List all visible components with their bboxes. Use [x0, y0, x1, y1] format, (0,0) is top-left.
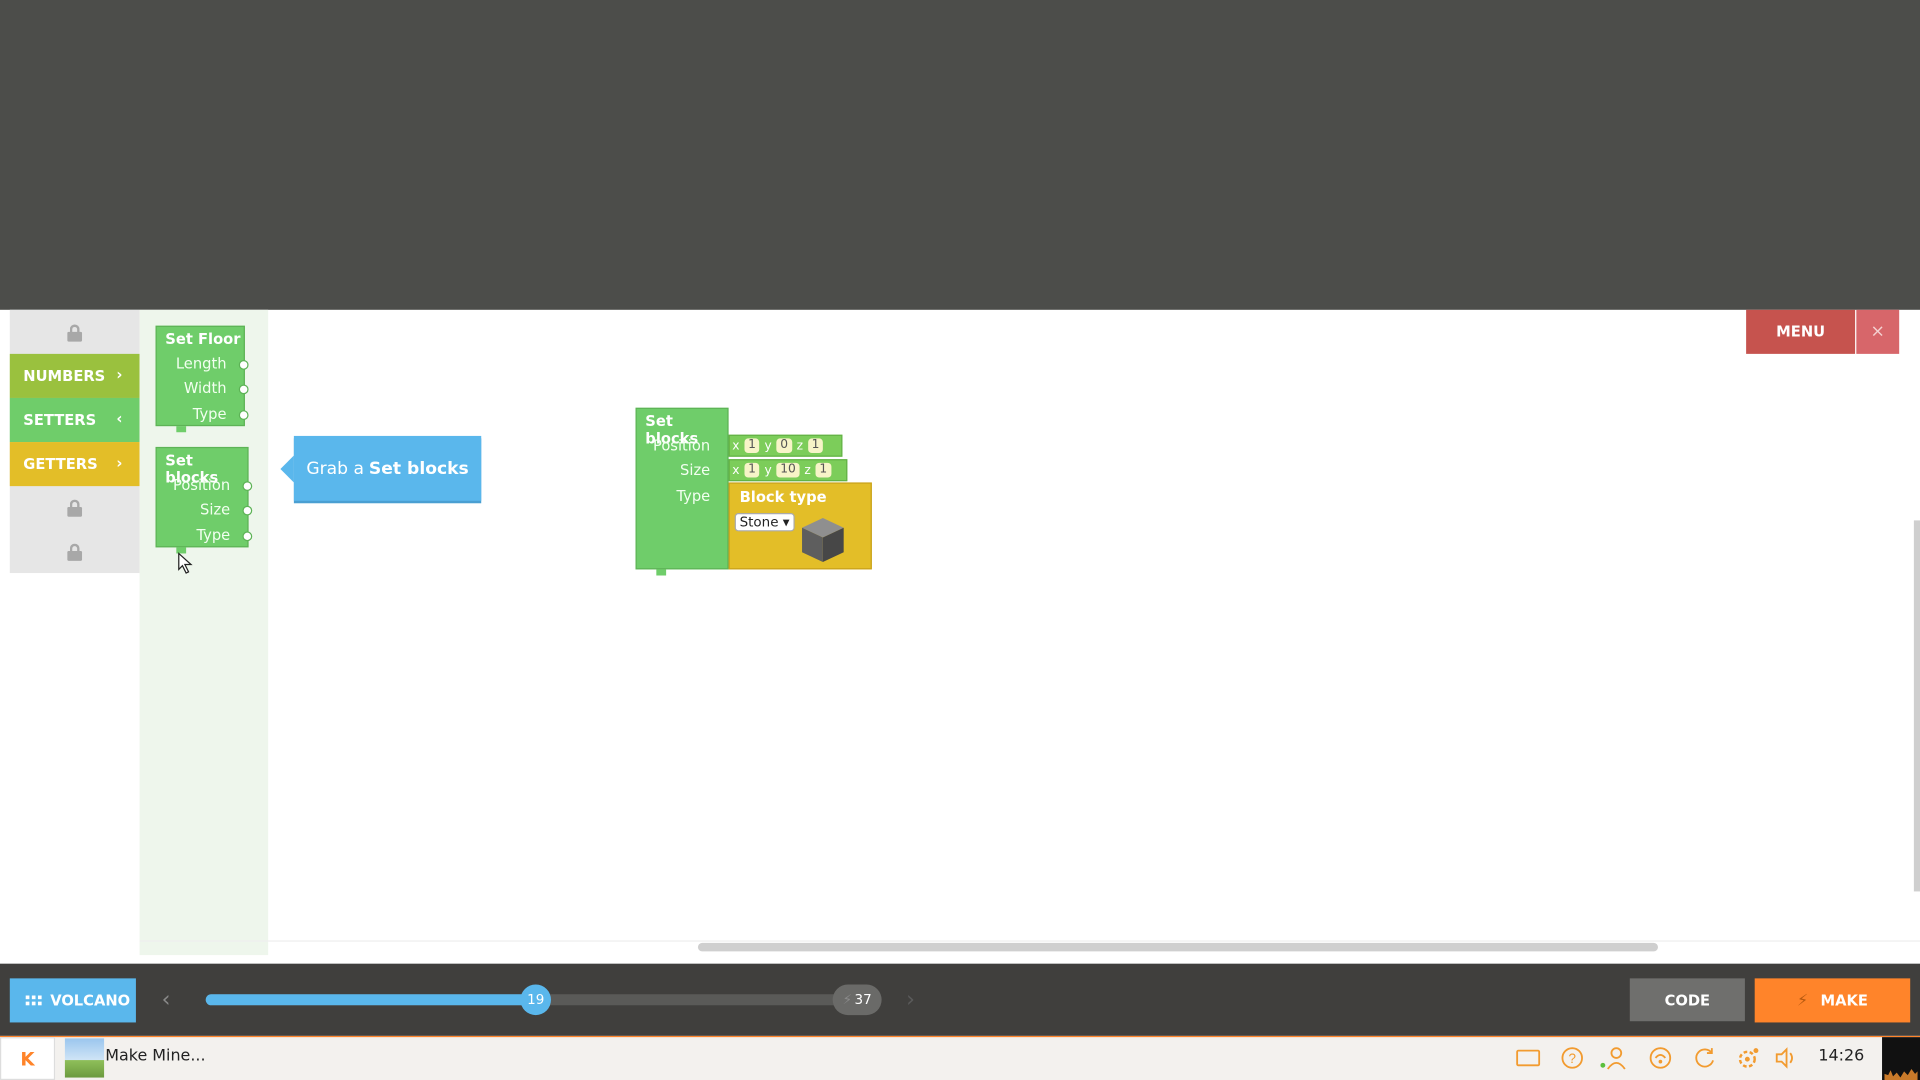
os-taskbar	[0, 1035, 1920, 1080]
bolt-icon: ⚡	[842, 991, 853, 1008]
axis-label: y	[764, 438, 772, 453]
axis-label: z	[804, 463, 811, 477]
show-desktop-button[interactable]	[1882, 1037, 1920, 1080]
category-label: NUMBERS	[23, 367, 106, 385]
app-thumbnail-icon[interactable]	[64, 1038, 105, 1078]
block-input-label: Width	[183, 379, 227, 397]
category-numbers[interactable]: NUMBERS ›	[9, 353, 140, 398]
hint-text: Grab a	[306, 458, 365, 479]
chevron-right-icon: ›	[116, 454, 123, 472]
block-type-title: Block type	[739, 488, 827, 506]
size-vector-block[interactable]: x 1 y 10 z 1	[728, 459, 848, 482]
size-x-field[interactable]: 1	[744, 462, 760, 478]
make-button[interactable]: ⚡ MAKE	[1754, 978, 1911, 1023]
block-connector	[176, 426, 187, 433]
input-socket	[242, 531, 253, 542]
set-floor-block[interactable]: Set Floor Length Width Type	[155, 325, 249, 433]
position-y-field[interactable]: 0	[776, 438, 792, 454]
size-z-field[interactable]: 1	[815, 462, 831, 478]
block-input-label: Position	[172, 476, 231, 494]
size-y-field[interactable]: 10	[776, 462, 800, 478]
network-icon[interactable]	[1647, 1046, 1674, 1070]
lock-icon	[67, 324, 83, 342]
axis-label: y	[764, 463, 772, 477]
workspace-set-blocks-block[interactable]: Set blocks Position Size Type	[635, 407, 729, 576]
block-connector	[656, 569, 667, 576]
chevron-right-icon[interactable]: ›	[906, 987, 915, 1013]
settings-icon[interactable]	[1735, 1046, 1762, 1070]
total-steps-badge: ⚡ 37	[832, 984, 882, 1016]
input-socket	[238, 384, 249, 395]
world-preview[interactable]	[0, 0, 1920, 310]
screen-icon[interactable]	[1515, 1046, 1542, 1070]
total-steps-label: 37	[854, 991, 872, 1008]
vertical-scrollbar[interactable]	[1913, 520, 1920, 892]
hint-tooltip: Grab a Set blocks	[280, 435, 482, 501]
bolt-icon: ⚡	[1797, 991, 1809, 1010]
block-title: Set Floor	[165, 330, 241, 348]
step-progress-fill	[205, 994, 537, 1006]
updates-icon[interactable]	[1691, 1046, 1718, 1070]
clock[interactable]: 14:26	[1818, 1047, 1864, 1065]
block-input-label: Type	[192, 405, 227, 423]
code-button[interactable]: CODE	[1629, 978, 1745, 1022]
menu-button[interactable]: MENU	[1746, 309, 1856, 354]
lock-icon	[67, 543, 83, 561]
make-label: MAKE	[1820, 991, 1868, 1009]
category-sidebar: NUMBERS › SETTERS ‹ GETTERS ›	[9, 309, 140, 574]
step-progress-knob[interactable]: 19	[520, 984, 552, 1016]
world-select-label: VOLCANO	[50, 991, 131, 1009]
scroll-track	[139, 940, 1920, 942]
input-socket	[242, 481, 253, 492]
input-socket	[238, 360, 249, 370]
hint-emphasis: Set blocks	[368, 458, 469, 479]
app-window: NUMBERS › SETTERS ‹ GETTERS › Set Floor …	[0, 0, 1920, 1080]
block-input-label: Length	[175, 355, 227, 373]
horizontal-scrollbar[interactable]	[697, 942, 1658, 952]
position-x-field[interactable]: 1	[744, 438, 760, 454]
chevron-left-icon: ‹	[116, 410, 123, 428]
start-menu-button[interactable]: K	[0, 1037, 56, 1080]
user-icon[interactable]	[1600, 1046, 1627, 1070]
lock-icon	[67, 499, 83, 517]
block-type-block[interactable]: Block type Stone ▾	[728, 482, 872, 570]
category-label: SETTERS	[23, 411, 97, 429]
axis-label: x	[732, 438, 740, 453]
category-label: GETTERS	[23, 455, 98, 473]
axis-label: x	[732, 463, 740, 477]
close-icon[interactable]: ×	[1856, 309, 1900, 354]
svg-text:?: ?	[1569, 1051, 1576, 1066]
chevron-right-icon: ›	[116, 366, 123, 384]
stone-cube-icon	[802, 517, 844, 563]
chevron-left-icon[interactable]: ‹	[162, 987, 171, 1013]
axis-label: z	[796, 438, 804, 453]
category-getters[interactable]: GETTERS ›	[9, 442, 140, 487]
volume-icon[interactable]	[1772, 1046, 1799, 1070]
input-socket	[238, 410, 249, 421]
block-input-label: Type	[196, 526, 231, 544]
world-select-button[interactable]: VOLCANO	[9, 978, 136, 1023]
input-socket	[242, 505, 253, 516]
taskbar-app-title[interactable]: Make Mine...	[105, 1047, 205, 1065]
position-z-field[interactable]: 1	[807, 438, 824, 454]
block-input-label: Size	[680, 461, 711, 479]
category-setters[interactable]: SETTERS ‹	[9, 397, 140, 443]
block-type-dropdown[interactable]: Stone ▾	[734, 513, 795, 532]
block-input-label: Position	[652, 437, 711, 455]
apps-grid-icon	[25, 995, 42, 1006]
position-vector-block[interactable]: x 1 y 0 z 1	[728, 434, 843, 457]
block-input-label: Type	[676, 487, 711, 505]
mouse-cursor-icon	[178, 552, 193, 574]
block-input-label: Size	[200, 500, 231, 518]
set-blocks-block[interactable]: Set blocks Position Size Type	[155, 446, 253, 554]
help-icon[interactable]: ?	[1559, 1046, 1586, 1070]
